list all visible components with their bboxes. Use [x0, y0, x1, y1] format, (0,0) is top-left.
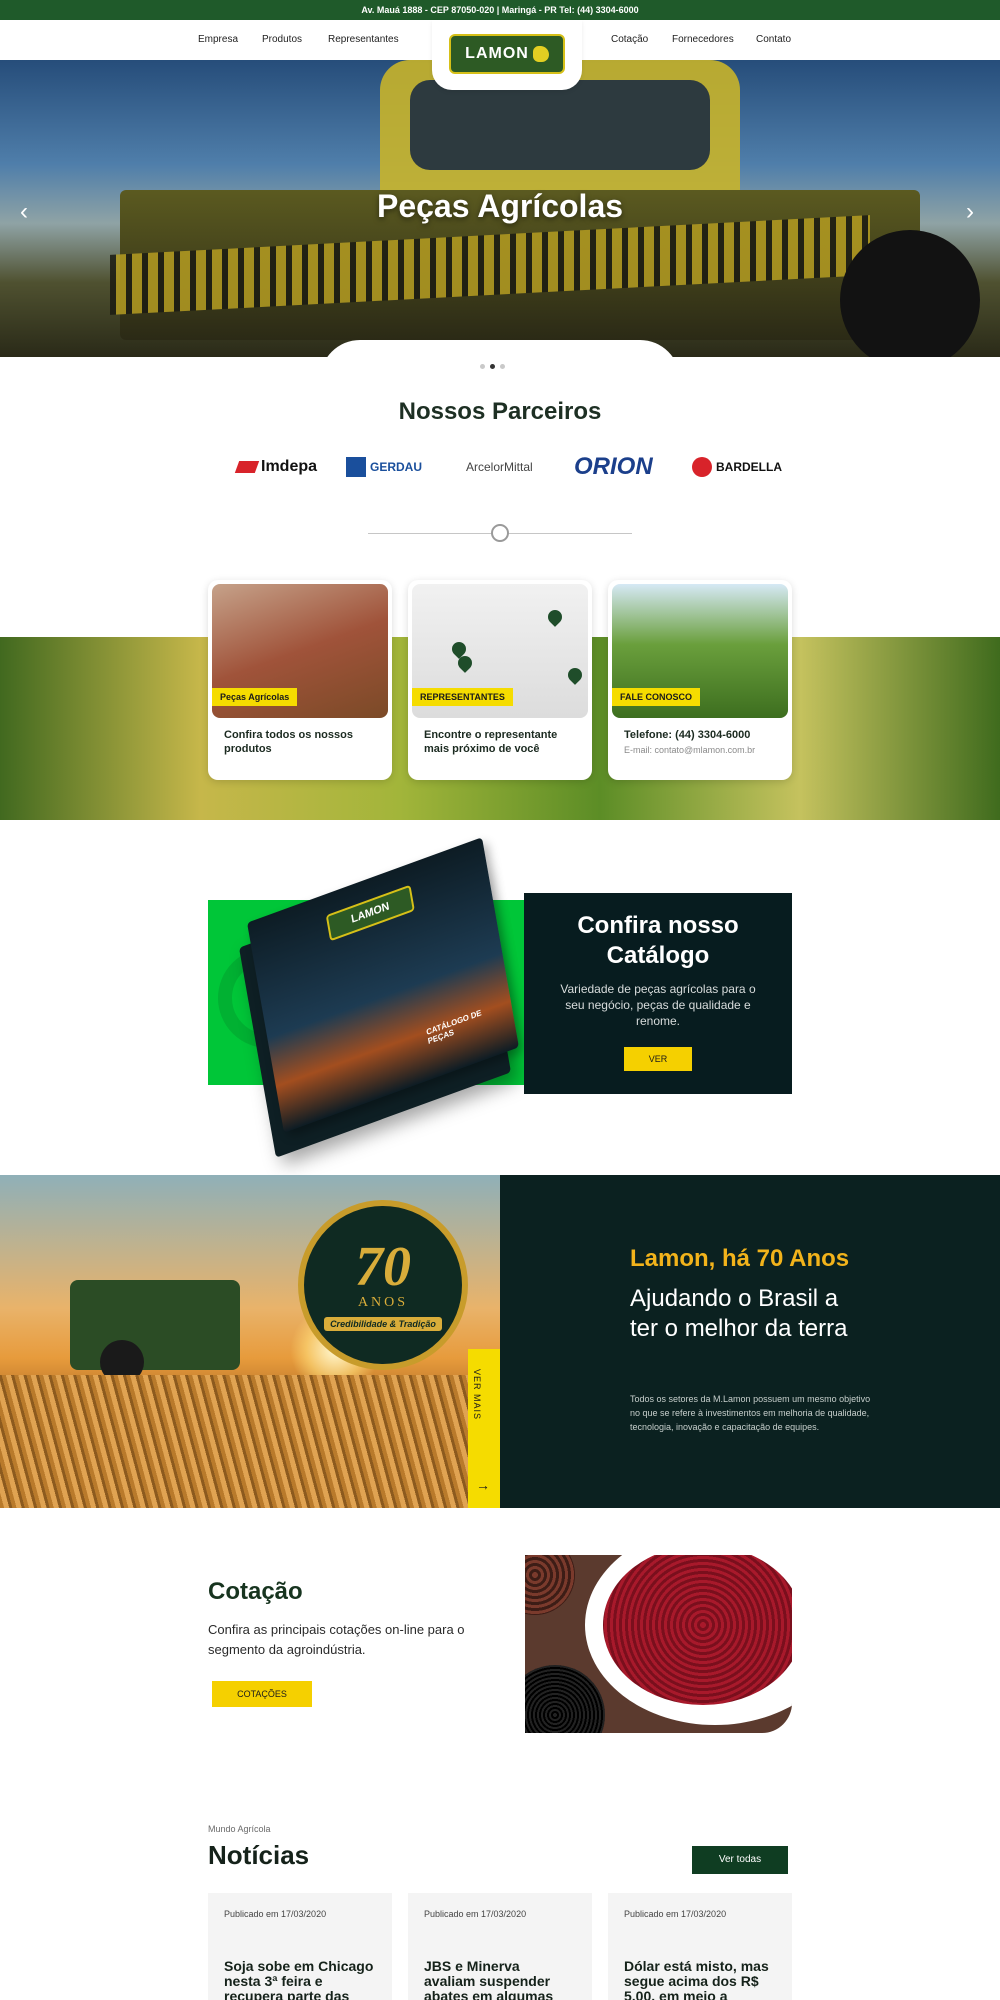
- brazil-map-icon: [532, 46, 549, 62]
- news-date: Publicado em 17/03/2020: [424, 1909, 527, 1919]
- ver-mais-button[interactable]: VER MAIS →: [468, 1349, 500, 1508]
- cotacoes-button[interactable]: COTAÇÕES: [212, 1681, 312, 1707]
- news-headline[interactable]: Soja sobe em Chicago nesta 3ª feira e re…: [224, 1959, 374, 2000]
- map-pin-icon: [545, 607, 565, 627]
- partner-logo-bardella: BARDELLA: [692, 452, 782, 482]
- news-headline[interactable]: Dólar está misto, mas segue acima dos R$…: [624, 1959, 774, 2000]
- arrow-right-icon: →: [476, 1477, 490, 1493]
- brown-beans: [525, 1555, 575, 1615]
- partner-name: Imdepa: [261, 458, 318, 475]
- news-headline[interactable]: JBS e Minerva avaliam suspender abates e…: [424, 1959, 574, 2000]
- logo-text: LAMON: [465, 45, 529, 62]
- beans-image: [525, 1555, 792, 1733]
- badge-subtitle: Credibilidade & Tradição: [324, 1317, 442, 1331]
- history-kicker: Lamon, há 70 Anos: [630, 1245, 850, 1272]
- partner-logo-imdepa: Imdepa: [237, 452, 317, 482]
- catalog-book: LAMON CATÁLOGO DE PEÇAS: [247, 837, 519, 1133]
- gear-icon: [491, 524, 509, 542]
- slider-dot[interactable]: [500, 364, 505, 369]
- bardella-mark-icon: [692, 457, 712, 477]
- nav-link-cotacao[interactable]: Cotação: [611, 34, 648, 45]
- badge-number: 70: [355, 1236, 411, 1298]
- nav-link-representantes[interactable]: Representantes: [328, 34, 399, 45]
- slider-dot[interactable]: [490, 364, 495, 369]
- slider-dots: [480, 364, 505, 369]
- news-card[interactable]: Publicado em 17/03/2020 Soja sobe em Chi…: [208, 1893, 392, 2000]
- hero-slider: Peças Agrícolas ‹ ›: [0, 60, 1000, 357]
- news-date: Publicado em 17/03/2020: [224, 1909, 327, 1919]
- book-label: CATÁLOGO DE PEÇAS: [425, 1008, 483, 1047]
- partner-name: ArcelorMittal: [466, 460, 533, 474]
- card-text: Encontre o representante mais próximo de…: [424, 729, 558, 755]
- news-kicker: Mundo Agrícola: [208, 1824, 271, 1834]
- ver-mais-label: VER MAIS: [472, 1369, 482, 1421]
- history-headline: Ajudando o Brasil a ter o melhor da terr…: [630, 1285, 848, 1342]
- catalog-box: Confira nosso Catálogo Variedade de peça…: [524, 893, 792, 1094]
- nav-link-produtos[interactable]: Produtos: [262, 34, 302, 45]
- nav-link-fornecedores[interactable]: Fornecedores: [672, 34, 734, 45]
- map-pin-icon: [565, 665, 585, 685]
- partners-title: Nossos Parceiros: [398, 398, 602, 425]
- card-tag: REPRESENTANTES: [412, 688, 513, 706]
- partner-logo-orion: ORION: [574, 452, 653, 482]
- news-card[interactable]: Publicado em 17/03/2020 JBS e Minerva av…: [408, 1893, 592, 2000]
- slider-dot[interactable]: [480, 364, 485, 369]
- hero-tab-curve: [320, 340, 680, 380]
- partner-name: BARDELLA: [716, 460, 782, 474]
- nav-link-empresa[interactable]: Empresa: [198, 34, 238, 45]
- card-email: E-mail: contato@mlamon.com.br: [624, 745, 756, 755]
- news-title: Notícias: [208, 1840, 310, 1870]
- partner-logo-arcelormittal: ArcelorMittal: [466, 452, 533, 482]
- combine-harvester: [70, 1280, 240, 1370]
- harvester-wheel: [840, 230, 980, 357]
- card-phone: Telefone: (44) 3304-6000: [624, 729, 751, 741]
- black-beans: [525, 1665, 605, 1733]
- cotacao-description: Confira as principais cotações on-line p…: [208, 1622, 465, 1657]
- logo-container: LAMON: [432, 20, 582, 90]
- hero-title: Peças Agrícolas: [376, 188, 624, 224]
- gerdau-mark-icon: [346, 457, 366, 477]
- ver-todas-button[interactable]: Ver todas: [692, 1846, 788, 1874]
- history-description: Todos os setores da M.Lamon possuem um m…: [630, 1394, 871, 1432]
- book-logo: LAMON: [325, 884, 415, 942]
- news-date: Publicado em 17/03/2020: [624, 1909, 727, 1919]
- card-fale-conosco[interactable]: FALE CONOSCO Telefone: (44) 3304-6000 E-…: [608, 580, 792, 780]
- next-slide-icon[interactable]: ›: [966, 198, 974, 226]
- card-pecas-agricolas[interactable]: Peças Agrícolas Confira todos os nossos …: [208, 580, 392, 780]
- news-card[interactable]: Publicado em 17/03/2020 Dólar está misto…: [608, 1893, 792, 2000]
- card-tag: Peças Agrícolas: [212, 688, 298, 706]
- card-tag: FALE CONOSCO: [612, 688, 701, 706]
- badge-word: ANOS: [357, 1295, 409, 1310]
- catalog-ver-button[interactable]: VER: [624, 1047, 692, 1071]
- card-text: Confira todos os nossos produtos: [224, 729, 353, 755]
- partner-logo-gerdau: GERDAU: [346, 452, 422, 482]
- partner-name: GERDAU: [370, 460, 423, 474]
- partner-name: ORION: [574, 453, 653, 480]
- wheat-field: [0, 1375, 500, 1508]
- catalog-title: Confira nosso Catálogo: [577, 912, 739, 969]
- harvester-cab-glass: [410, 80, 710, 170]
- cotacao-title: Cotação: [208, 1578, 303, 1605]
- prev-slide-icon[interactable]: ‹: [20, 198, 28, 226]
- seventy-years-badge: 70 ANOS Credibilidade & Tradição: [298, 1200, 468, 1370]
- address-bar: Av. Mauá 1888 - CEP 87050-020 | Maringá …: [0, 0, 1000, 20]
- card-representantes[interactable]: REPRESENTANTES Encontre o representante …: [408, 580, 592, 780]
- lamon-logo[interactable]: LAMON: [449, 34, 565, 74]
- nav-link-contato[interactable]: Contato: [756, 34, 791, 45]
- catalog-description: Variedade de peças agrícolas para o seu …: [560, 982, 756, 1028]
